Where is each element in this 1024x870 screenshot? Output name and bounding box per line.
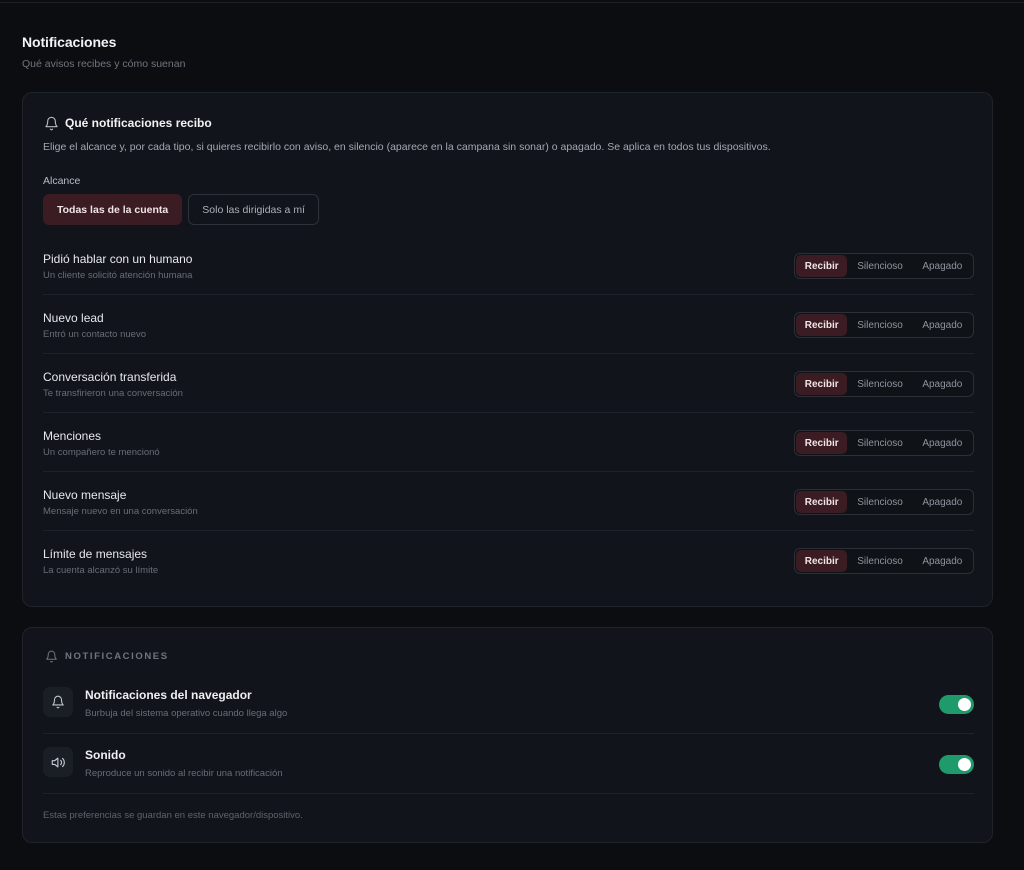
type-title: Nuevo lead <box>43 311 104 325</box>
notification-type-row: Nuevo lead Entró un contacto nuevo Recib… <box>43 295 974 354</box>
notification-types-card: Qué notificaciones recibo Elige el alcan… <box>22 92 993 607</box>
scope-label: Alcance <box>43 175 81 187</box>
type-subtitle: Un cliente solicitó atención humana <box>43 270 193 281</box>
type-title: Pidió hablar con un humano <box>43 252 193 266</box>
mode-segmented-control: Recibir Silencioso Apagado <box>794 253 974 279</box>
page-title: Notificaciones <box>22 34 117 50</box>
mode-option-silent[interactable]: Silencioso <box>848 549 911 573</box>
section-heading: NOTIFICACIONES <box>65 650 169 662</box>
mode-option-receive[interactable]: Recibir <box>796 314 848 336</box>
pref-title: Sonido <box>85 748 126 762</box>
mode-option-receive[interactable]: Recibir <box>796 255 848 277</box>
notification-type-row: Conversación transferida Te transfiriero… <box>43 354 974 413</box>
mode-segmented-control: Recibir Silencioso Apagado <box>794 489 974 515</box>
sound-toggle[interactable] <box>939 755 974 774</box>
mode-option-off[interactable]: Apagado <box>912 313 973 337</box>
top-divider <box>0 0 1024 3</box>
type-title: Conversación transferida <box>43 370 177 384</box>
mode-option-receive[interactable]: Recibir <box>796 373 848 395</box>
notification-type-row: Nuevo mensaje Mensaje nuevo en una conve… <box>43 472 974 531</box>
type-title: Límite de mensajes <box>43 547 148 561</box>
browser-notifications-toggle[interactable] <box>939 695 974 714</box>
card-description: Elige el alcance y, por cada tipo, si qu… <box>43 141 771 153</box>
mode-option-off[interactable]: Apagado <box>912 490 973 514</box>
mode-segmented-control: Recibir Silencioso Apagado <box>794 430 974 456</box>
page-subtitle: Qué avisos recibes y cómo suenan <box>22 58 186 70</box>
bell-icon <box>43 115 59 131</box>
notification-type-list: Pidió hablar con un humano Un cliente so… <box>43 236 974 590</box>
card-header: Qué notificaciones recibo <box>43 115 212 131</box>
scope-option-mine[interactable]: Solo las dirigidas a mí <box>188 194 319 225</box>
bell-icon <box>43 648 59 664</box>
section-header: NOTIFICACIONES <box>43 648 169 664</box>
mode-segmented-control: Recibir Silencioso Apagado <box>794 312 974 338</box>
mode-option-off[interactable]: Apagado <box>912 431 973 455</box>
type-subtitle: Un compañero te mencionó <box>43 447 160 458</box>
type-title: Menciones <box>43 429 102 443</box>
bell-icon <box>43 687 73 717</box>
notification-type-row: Menciones Un compañero te mencionó Recib… <box>43 413 974 472</box>
type-subtitle: Mensaje nuevo en una conversación <box>43 506 198 517</box>
notifications-page: Notificaciones Qué avisos recibes y cómo… <box>22 34 993 843</box>
type-subtitle: Te transfirieron una conversación <box>43 388 183 399</box>
mode-option-silent[interactable]: Silencioso <box>848 372 911 396</box>
type-subtitle: La cuenta alcanzó su límite <box>43 565 159 576</box>
mode-option-off[interactable]: Apagado <box>912 372 973 396</box>
browser-notifications-row: Notificaciones del navegador Burbuja del… <box>43 674 974 734</box>
storage-footnote: Estas preferencias se guardan en este na… <box>43 810 303 821</box>
mode-option-receive[interactable]: Recibir <box>796 432 848 454</box>
type-subtitle: Entró un contacto nuevo <box>43 329 146 340</box>
pref-subtitle: Burbuja del sistema operativo cuando lle… <box>85 708 288 719</box>
mode-option-off[interactable]: Apagado <box>912 549 973 573</box>
mode-option-off[interactable]: Apagado <box>912 254 973 278</box>
scope-option-all[interactable]: Todas las de la cuenta <box>43 194 183 225</box>
mode-option-silent[interactable]: Silencioso <box>848 254 911 278</box>
notification-type-row: Pidió hablar con un humano Un cliente so… <box>43 236 974 295</box>
speaker-icon <box>43 747 73 777</box>
pref-subtitle: Reproduce un sonido al recibir una notif… <box>85 768 283 779</box>
toggle-knob <box>958 758 971 771</box>
sound-row: Sonido Reproduce un sonido al recibir un… <box>43 734 974 794</box>
type-title: Nuevo mensaje <box>43 488 127 502</box>
scope-selector: Todas las de la cuenta Solo las dirigida… <box>43 194 319 225</box>
mode-option-receive[interactable]: Recibir <box>796 550 848 572</box>
notification-type-row: Límite de mensajes La cuenta alcanzó su … <box>43 531 974 590</box>
mode-option-silent[interactable]: Silencioso <box>848 490 911 514</box>
device-preferences-card: NOTIFICACIONES Notificaciones del navega… <box>22 627 993 843</box>
toggle-knob <box>958 698 971 711</box>
mode-option-silent[interactable]: Silencioso <box>848 431 911 455</box>
mode-segmented-control: Recibir Silencioso Apagado <box>794 371 974 397</box>
mode-option-silent[interactable]: Silencioso <box>848 313 911 337</box>
card-title: Qué notificaciones recibo <box>65 116 212 130</box>
pref-title: Notificaciones del navegador <box>85 688 252 702</box>
mode-option-receive[interactable]: Recibir <box>796 491 848 513</box>
mode-segmented-control: Recibir Silencioso Apagado <box>794 548 974 574</box>
